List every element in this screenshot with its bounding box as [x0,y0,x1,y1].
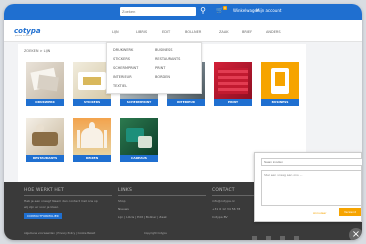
nav-item-brief[interactable]: BRIEF [242,30,252,34]
tile-label: BUSINESS [261,99,299,106]
logo-tagline: printen en meer [15,35,32,37]
footer-copyright: Copyright Cotypa [144,232,167,235]
category-tile[interactable]: DRUKWERK [26,62,64,106]
dropdown-item[interactable]: TEXTIEL [113,84,127,88]
dropdown-item[interactable]: SCHERMPRINT [113,66,138,70]
search-icon[interactable]: ⚲ [198,6,208,16]
search-input[interactable] [120,7,196,16]
category-tile[interactable]: CADEAUS [120,118,158,162]
cart-count-badge: 0 [223,6,227,10]
footer-col2-title: LINKS [118,188,133,193]
browser-frame: ⚲ 🛒 0 Winkelwagen Mijn account cotypa pr… [4,4,362,240]
tile-label: DRUKWERK [26,99,64,106]
dropdown-item[interactable]: STICKERS [113,57,130,61]
nav-item-libris[interactable]: LIBRIS [136,30,147,34]
footer-link[interactable]: Nieuws [118,207,129,211]
footer-legal-links[interactable]: Algemene voorwaarden | Privacy Policy | … [24,232,95,235]
chat-cancel-link[interactable]: Annuleer [313,211,327,215]
top-bar: ⚲ 🛒 0 Winkelwagen Mijn account [4,4,362,20]
footer-col1-text: wij zijn er voor je klaar. [24,205,59,209]
breadcrumb[interactable]: ZOEKEN > LIJN [24,49,50,53]
chat-name-input[interactable] [261,158,362,166]
tile-image [214,62,252,99]
tile-label: CADEAUS [120,155,158,162]
contact-form-button[interactable]: CONTACTFORMULIER [24,213,62,219]
footer-contact-item[interactable]: +31 6 12 34 56 78 [212,207,240,211]
chat-send-button[interactable]: Verzend [339,208,361,216]
footer-contact-item: Cotypa BV [212,215,228,219]
chat-message-input[interactable]: Stel een vraag aan ons ... [261,170,362,206]
footer-divider [24,195,112,196]
category-tile[interactable]: RESTAURANTS [26,118,64,162]
twitter-icon[interactable] [266,236,271,240]
tile-label: PRINT [214,99,252,106]
nav-item-bollner[interactable]: BOLLNER [185,30,201,34]
tile-image [73,118,111,155]
dropdown-item[interactable]: DRUKWERK [113,48,133,52]
footer-col3-title: CONTACT [212,188,235,193]
nav-item-zaak[interactable]: ZAAK [219,30,229,34]
footer-col1-text: Heb je een vraag? Neem dan contact met o… [24,199,98,203]
chat-widget: Stel een vraag aan ons ... Annuleer Verz… [254,152,362,222]
footer-contact-item[interactable]: info@cotypa.nl [212,199,235,203]
dropdown-item[interactable]: BORDEN [155,75,170,79]
tile-label: STICKERS [73,99,111,106]
linkedin-icon[interactable] [280,236,285,240]
category-tile[interactable]: REIZEN [73,118,111,162]
instagram-icon[interactable] [294,236,299,240]
nav-item-lijn[interactable]: LIJN [112,30,119,34]
footer-col1-title: HOE WERKT HET [24,188,64,193]
nav-item-edit[interactable]: EDIT [162,30,170,34]
category-tile[interactable]: BUSINESS [261,62,299,106]
footer-link[interactable]: Lijn | Libris | Edit | Bollner | Zaak [118,215,167,219]
footer-divider [118,195,206,196]
tile-label: SCHERMPRINT [120,99,158,106]
nav-item-anders[interactable]: ANDERS [266,30,281,34]
tile-image [26,118,64,155]
dropdown-item[interactable]: BUSINESS [155,48,173,52]
logo[interactable]: cotypa [14,27,41,35]
tile-label: RESTAURANTS [26,155,64,162]
close-icon[interactable]: × [349,228,362,240]
dropdown-item[interactable]: INTERIEUR [113,75,132,79]
tile-image [26,62,64,99]
tile-image [120,118,158,155]
dropdown-item[interactable]: PRINT [155,66,165,70]
tile-label: INTERIEUR [167,99,205,106]
main-header: cotypa printen en meer LIJN LIBRIS EDIT … [4,20,362,42]
category-tile[interactable]: PRINT [214,62,252,106]
facebook-icon[interactable] [252,236,257,240]
tile-image [261,62,299,99]
tile-label: REIZEN [73,155,111,162]
dropdown-item[interactable]: RESTAURANTS [155,57,180,61]
account-link[interactable]: Mijn account [256,8,281,13]
nav-dropdown-menu: DRUKWERK STICKERS SCHERMPRINT INTERIEUR … [106,42,202,94]
footer-link[interactable]: Shop [118,199,126,203]
